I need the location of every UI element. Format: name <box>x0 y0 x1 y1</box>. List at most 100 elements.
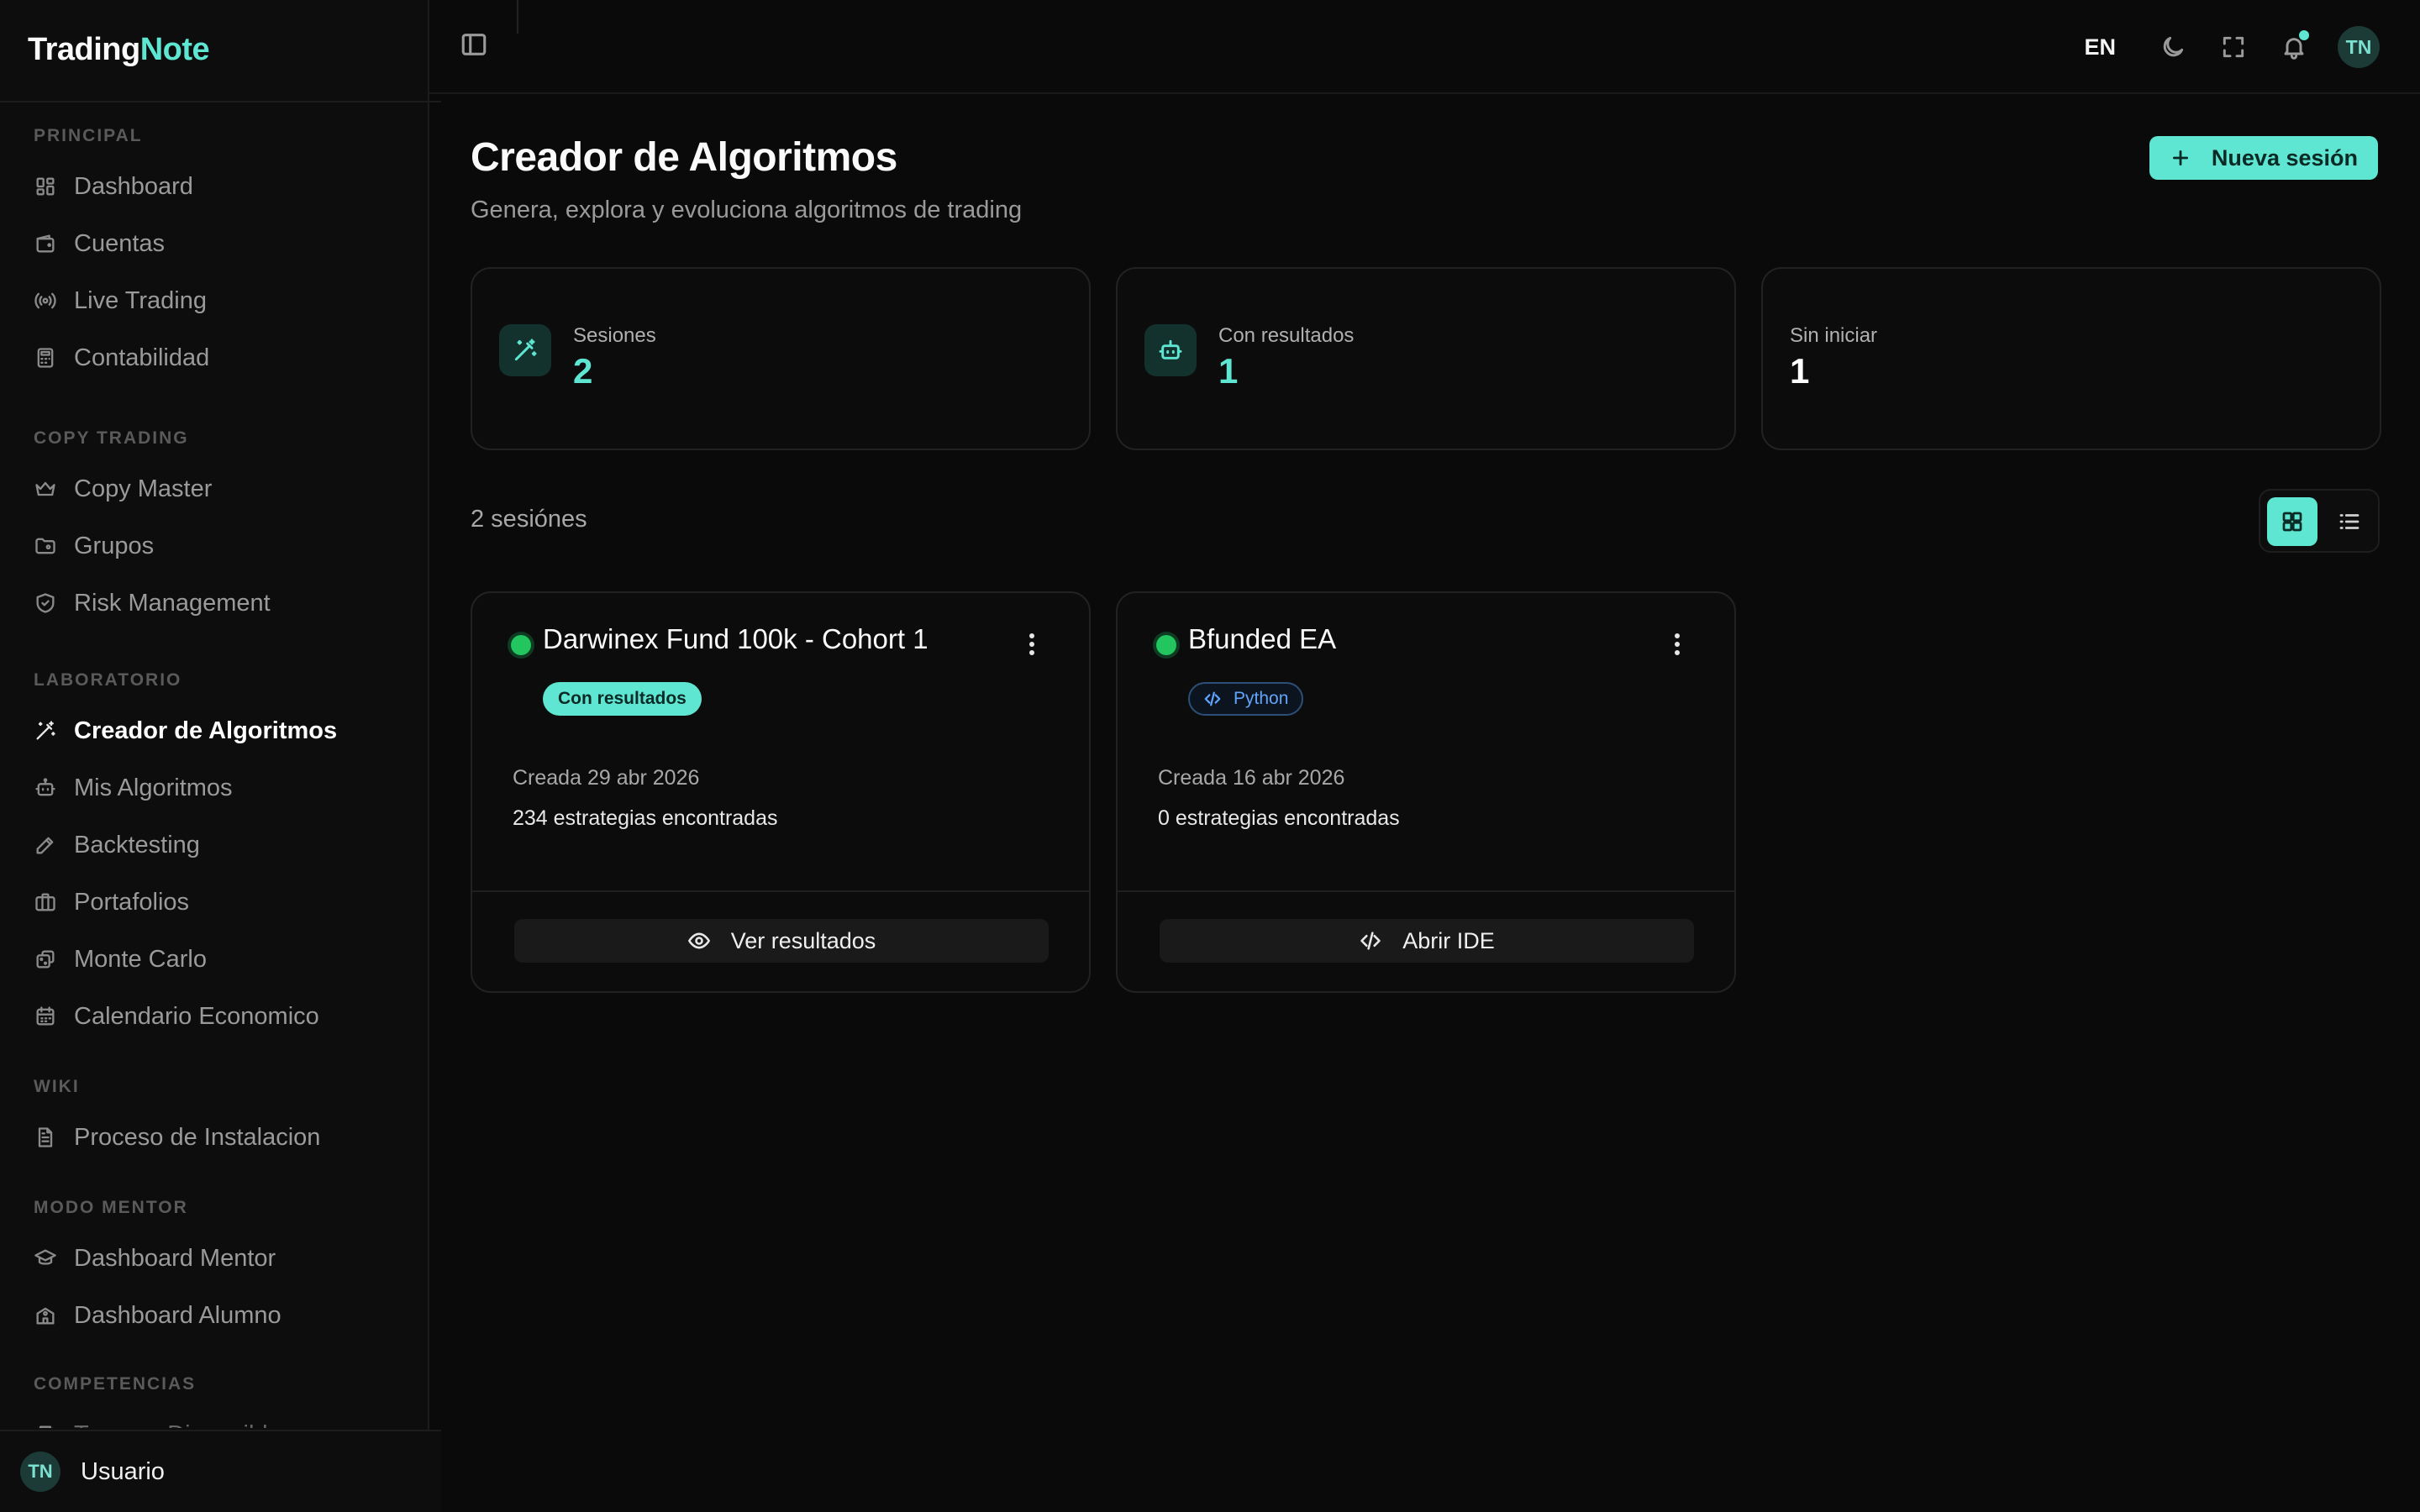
sidebar-item-creador-de-algoritmos[interactable]: Creador de Algoritmos <box>20 706 412 756</box>
sidebar-nav: PRINCIPAL Dashboard Cuentas Live Trading… <box>0 118 429 1428</box>
bot-icon <box>34 776 57 800</box>
calculator-icon <box>34 346 57 370</box>
stat-value: 2 <box>573 351 593 391</box>
wand-icon <box>34 719 57 743</box>
sidebar-item-dashboard-mentor[interactable]: Dashboard Mentor <box>20 1233 412 1284</box>
new-session-button[interactable]: Nueva sesión <box>2149 136 2378 180</box>
session-created-date: Creada 16 abr 2026 <box>1158 766 1345 790</box>
stat-card-sin-iniciar: Sin iniciar 1 <box>1761 267 2381 450</box>
session-strategies-found: 234 estrategias encontradas <box>513 806 778 830</box>
layout-dashboard-icon <box>34 175 57 198</box>
session-card[interactable]: Darwinex Fund 100k - Cohort 1 Con result… <box>471 591 1091 993</box>
wand-icon <box>514 339 537 361</box>
nav-section-principal: PRINCIPAL <box>34 126 143 145</box>
bot-icon <box>1159 339 1182 360</box>
sidebar-item-label: Proceso de Instalacion <box>74 1123 321 1151</box>
sidebar-item-label: Risk Management <box>74 589 271 617</box>
list-icon <box>2339 514 2360 529</box>
view-toggle <box>2259 489 2380 553</box>
fullscreen-button[interactable] <box>2217 30 2250 64</box>
sidebar-item-risk-management[interactable]: Risk Management <box>20 578 412 628</box>
page-title: Creador de Algoritmos <box>471 135 897 180</box>
brand-logo[interactable]: TradingNote <box>28 32 210 68</box>
sidebar-item-portafolios[interactable]: Portafolios <box>20 877 412 927</box>
grid-icon <box>2282 512 2302 532</box>
sidebar-item-label: Live Trading <box>74 286 207 314</box>
app-root: TradingNote PRINCIPAL Dashboard Cuentas … <box>0 0 2420 1512</box>
sidebar-item-label: Grupos <box>74 532 155 559</box>
session-card[interactable]: Bfunded EA Python Creada 16 abr 2026 0 e… <box>1116 591 1736 993</box>
sidebar-item-label: Monte Carlo <box>74 945 207 973</box>
fullscreen-icon <box>2223 36 2244 58</box>
nav-section-copy-trading: COPY TRADING <box>34 428 189 448</box>
sidebar-item-mis-algoritmos[interactable]: Mis Algoritmos <box>20 763 412 813</box>
sidebar-item-grupos[interactable]: Grupos <box>20 521 412 571</box>
plus-icon <box>2170 147 2191 169</box>
sidebar-item-torneos-disponibles[interactable]: Torneos Disponibles <box>20 1410 412 1428</box>
status-dot <box>1156 635 1176 655</box>
calendar-icon <box>34 1005 57 1028</box>
session-title: Bfunded EA <box>1188 623 1337 654</box>
more-options-button[interactable] <box>1669 630 1686 664</box>
topbar-avatar[interactable]: TN <box>2338 26 2380 68</box>
theme-toggle-button[interactable] <box>2156 30 2190 64</box>
stat-card-con-resultados: Con resultados 1 <box>1116 267 1736 450</box>
grid-view-button[interactable] <box>2267 497 2317 546</box>
stat-icon-wrap <box>1144 324 1197 376</box>
sidebar-user[interactable]: TN Usuario <box>0 1430 441 1512</box>
sidebar-item-dashboard-alumno[interactable]: Dashboard Alumno <box>20 1290 412 1341</box>
wallet-icon <box>34 232 57 255</box>
session-strategies-found: 0 estrategias encontradas <box>1158 806 1400 830</box>
sidebar-item-label: Portafolios <box>74 888 190 916</box>
sidebar-item-label: Dashboard Mentor <box>74 1244 276 1272</box>
page-subtitle: Genera, explora y evoluciona algoritmos … <box>471 197 1023 223</box>
main-content: Creador de Algoritmos Genera, explora y … <box>429 94 2420 1512</box>
sidebar-item-dashboard[interactable]: Dashboard <box>20 161 412 212</box>
sidebar-item-calendario-economico[interactable]: Calendario Economico <box>20 991 412 1042</box>
briefcase-icon <box>34 890 57 914</box>
nav-section-wiki: WIKI <box>34 1077 80 1096</box>
session-action-button[interactable]: Abrir IDE <box>1160 919 1694 963</box>
session-action-button[interactable]: Ver resultados <box>514 919 1049 963</box>
user-avatar: TN <box>20 1452 60 1492</box>
language-badge-label: Python <box>1234 689 1289 708</box>
status-dot <box>511 635 531 655</box>
session-title: Darwinex Fund 100k - Cohort 1 <box>543 623 929 654</box>
brand-part-2: Note <box>139 32 210 67</box>
stat-card-sesiones: Sesiones 2 <box>471 267 1091 450</box>
sidebar-divider <box>0 101 441 102</box>
sidebar-item-copy-master[interactable]: Copy Master <box>20 464 412 514</box>
session-action-label: Abrir IDE <box>1402 927 1495 953</box>
topbar-separator <box>517 0 518 34</box>
sidebar-item-label: Dashboard <box>74 172 193 200</box>
sidebar-item-label: Copy Master <box>74 475 213 502</box>
eye-icon <box>687 932 710 949</box>
user-name: Usuario <box>81 1457 165 1485</box>
new-session-label: Nueva sesión <box>2211 144 2358 171</box>
crown-icon <box>34 477 57 501</box>
notifications-button[interactable] <box>2277 30 2311 64</box>
school-icon <box>34 1304 57 1327</box>
more-options-button[interactable] <box>1023 630 1040 664</box>
sidebar-item-label: Dashboard Alumno <box>74 1301 281 1329</box>
nav-section-modo-mentor: MODO MENTOR <box>34 1198 188 1217</box>
more-vertical-icon <box>1675 633 1680 638</box>
sidebar-item-cuentas[interactable]: Cuentas <box>20 218 412 269</box>
sidebar-item-contabilidad[interactable]: Contabilidad <box>20 333 412 383</box>
sidebar-item-label: Calendario Economico <box>74 1002 319 1030</box>
card-divider <box>1118 890 1734 892</box>
sessions-count: 2 sesiónes <box>471 506 587 533</box>
trophy-icon <box>34 1423 57 1428</box>
pencil-icon <box>34 833 57 857</box>
language-switch[interactable]: EN <box>2084 34 2116 60</box>
sidebar-item-proceso-de-instalacion[interactable]: Proceso de Instalacion <box>20 1112 412 1163</box>
sidebar-item-monte-carlo[interactable]: Monte Carlo <box>20 934 412 984</box>
sidebar-item-label: Cuentas <box>74 229 166 257</box>
sidebar-item-backtesting[interactable]: Backtesting <box>20 820 412 870</box>
sidebar-item-live-trading[interactable]: Live Trading <box>20 276 412 326</box>
nav-section-competencias: COMPETENCIAS <box>34 1374 197 1394</box>
list-view-button[interactable] <box>2324 497 2375 546</box>
sidebar-toggle-button[interactable] <box>460 30 493 64</box>
session-created-date: Creada 29 abr 2026 <box>513 766 700 790</box>
sidebar-item-label: Contabilidad <box>74 344 210 371</box>
